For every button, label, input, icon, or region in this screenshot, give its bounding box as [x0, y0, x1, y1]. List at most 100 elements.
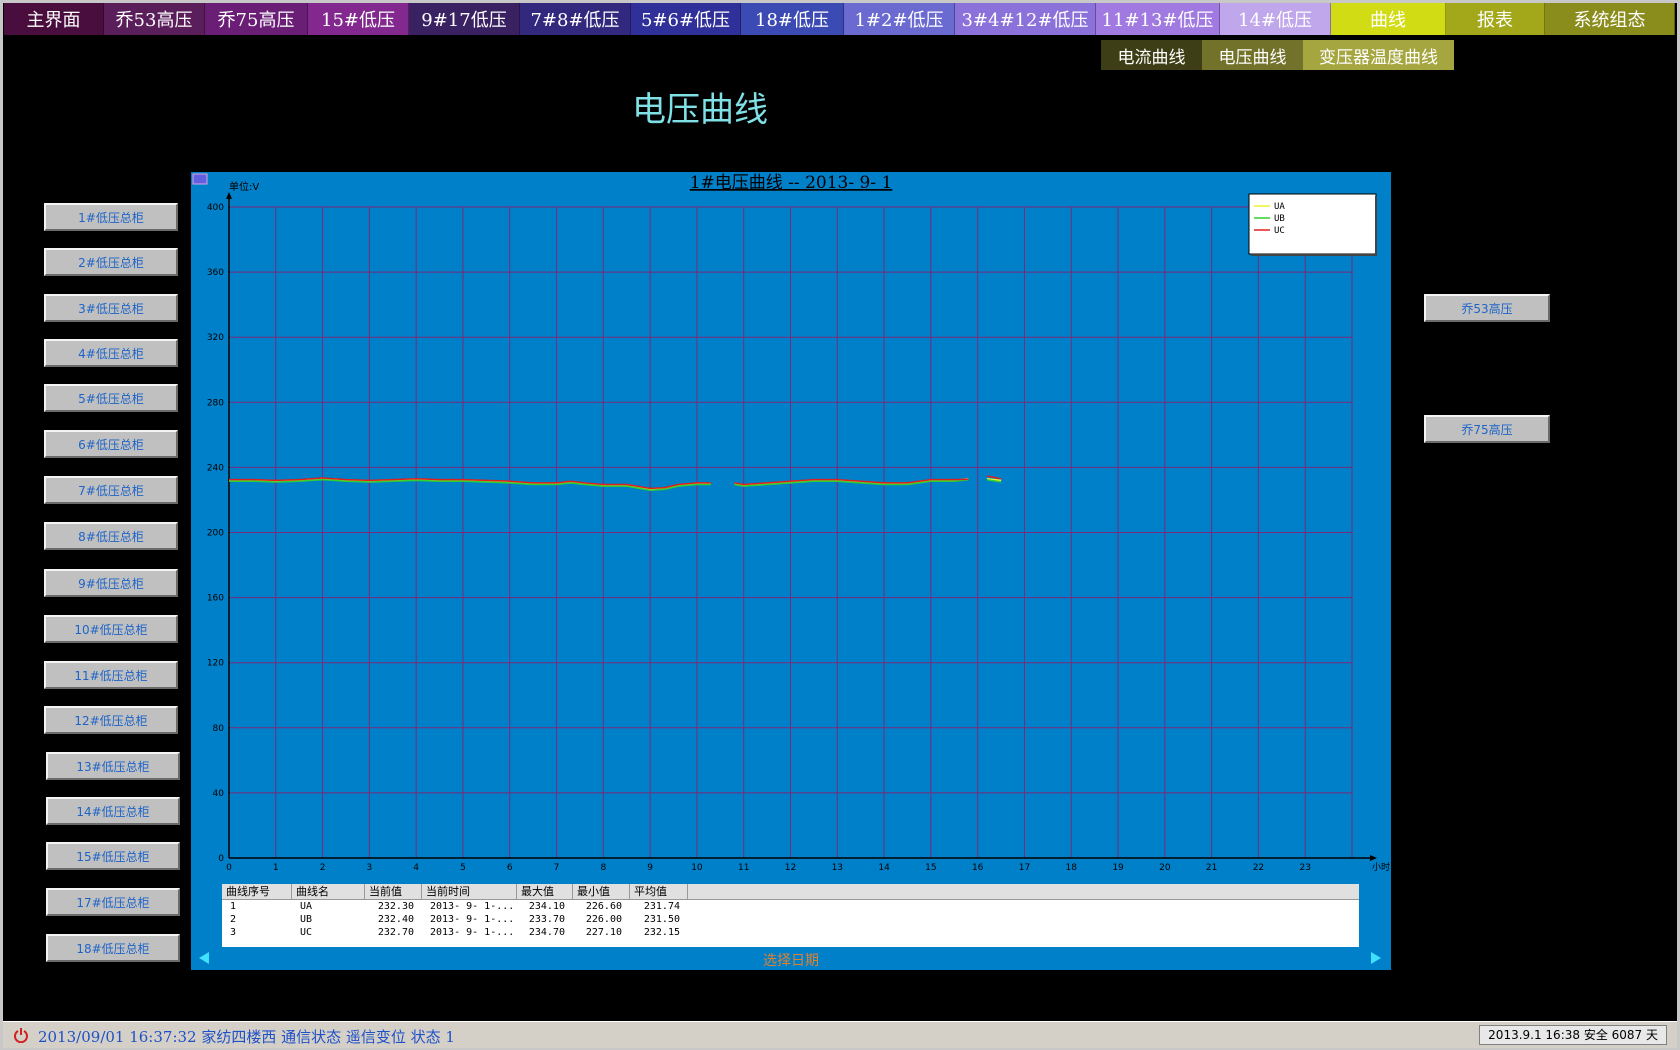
table-header-cell[interactable]: 平均值	[630, 884, 688, 899]
x-tick-3: 3	[367, 863, 373, 873]
cabinet-button-16[interactable]: 17#低压总柜	[46, 888, 180, 916]
x-tick-20: 20	[1159, 863, 1171, 873]
nav-tab-14[interactable]: 系统组态	[1545, 3, 1675, 35]
x-tick-12: 12	[785, 863, 796, 873]
x-tick-14: 14	[878, 863, 890, 873]
cabinet-button-9[interactable]: 9#低压总柜	[44, 569, 178, 597]
nav-tab-8[interactable]: 1#2#低压	[844, 3, 955, 35]
cabinet-button-3[interactable]: 3#低压总柜	[44, 294, 178, 322]
nav-tab-2[interactable]: 乔75高压	[205, 3, 308, 35]
table-cell: 1	[230, 901, 237, 912]
table-row[interactable]: 3 UC 232.70 2013- 9- 1-... 234.70 227.10 232.1…	[222, 926, 1359, 939]
y-tick-400: 400	[207, 203, 224, 213]
table-cell: UA	[300, 901, 313, 912]
table-row[interactable]: 1 UA 232.30 2013- 9- 1-... 234.10 226.60 231.7…	[222, 900, 1359, 913]
cabinet-button-4[interactable]: 4#低压总柜	[44, 339, 178, 367]
nav-tab-1[interactable]: 乔53高压	[104, 3, 205, 35]
nav-tab-13[interactable]: 报表	[1446, 3, 1545, 35]
voltage-chart: 1#电压曲线 -- 2013- 9- 1单位:V0408012016020024…	[192, 173, 1390, 873]
series-UB-line-0	[229, 478, 711, 491]
table-cell: 232.70	[377, 927, 414, 938]
select-date-button[interactable]: 选择日期	[691, 950, 891, 970]
nav-tab-10[interactable]: 11#13#低压	[1096, 3, 1220, 35]
x-tick-7: 7	[554, 863, 560, 873]
table-cell: 227.10	[585, 927, 622, 938]
y-tick-0: 0	[218, 854, 224, 864]
x-tick-17: 17	[1019, 863, 1030, 873]
top-navigation: 主界面 乔53高压 乔75高压 15#低压 9#17低压 7#8#低压 5#6#低压 18#低…	[4, 3, 1676, 35]
next-date-arrow[interactable]	[1371, 952, 1381, 964]
cabinet-button-1[interactable]: 1#低压总柜	[44, 203, 178, 231]
legend-label-UC: UC	[1274, 226, 1285, 236]
x-tick-16: 16	[972, 863, 984, 873]
x-tick-18: 18	[1066, 863, 1078, 873]
cabinet-button-2[interactable]: 2#低压总柜	[44, 248, 178, 276]
x-tick-0: 0	[226, 863, 232, 873]
nav-tab-4[interactable]: 9#17低压	[409, 3, 520, 35]
y-tick-40: 40	[213, 789, 225, 799]
legend-label-UA: UA	[1274, 202, 1285, 212]
x-tick-6: 6	[507, 863, 513, 873]
y-tick-240: 240	[207, 463, 224, 473]
previous-date-arrow[interactable]	[199, 952, 209, 964]
sub-navigation: 电流曲线 电压曲线 变压器温度曲线	[1101, 40, 1454, 70]
table-cell: UC	[300, 927, 313, 938]
cabinet-button-8[interactable]: 8#低压总柜	[44, 522, 178, 550]
table-header-cell[interactable]: 最小值	[573, 884, 630, 899]
x-tick-8: 8	[600, 863, 606, 873]
cabinet-button-5[interactable]: 5#低压总柜	[44, 384, 178, 412]
cabinet-button-13[interactable]: 13#低压总柜	[46, 752, 180, 780]
table-header-cell[interactable]: 曲线序号	[222, 884, 292, 899]
x-tick-19: 19	[1112, 863, 1124, 873]
subnav-tab-0[interactable]: 电流曲线	[1101, 40, 1202, 70]
nav-tab-12[interactable]: 曲线	[1331, 3, 1446, 35]
nav-tab-11[interactable]: 14#低压	[1220, 3, 1331, 35]
status-message: 2013/09/01 16:37:32 家纺四楼西 通信状态 遥信变位 状态 1	[38, 1028, 455, 1046]
subnav-tab-1[interactable]: 电压曲线	[1202, 40, 1303, 70]
x-tick-15: 15	[925, 863, 936, 873]
table-header-cell[interactable]: 当前值	[365, 884, 422, 899]
power-icon[interactable]	[13, 1027, 29, 1043]
nav-tab-5[interactable]: 7#8#低压	[520, 3, 631, 35]
table-cell: 2013- 9- 1-...	[430, 927, 515, 938]
table-row[interactable]: 2 UB 232.40 2013- 9- 1-... 233.70 226.00 231.5…	[222, 913, 1359, 926]
nav-tab-9[interactable]: 3#4#12#低压	[955, 3, 1096, 35]
table-header-cell[interactable]: 最大值	[517, 884, 573, 899]
subnav-tab-2[interactable]: 变压器温度曲线	[1303, 40, 1454, 70]
y-tick-280: 280	[207, 398, 224, 408]
hv-button-1[interactable]: 乔53高压	[1424, 294, 1550, 322]
nav-tab-7[interactable]: 18#低压	[741, 3, 844, 35]
table-header-cell[interactable]: 曲线名	[292, 884, 365, 899]
hv-button-2[interactable]: 乔75高压	[1424, 415, 1550, 443]
table-cell: 232.30	[377, 901, 414, 912]
cabinet-button-15[interactable]: 15#低压总柜	[46, 842, 180, 870]
cabinet-button-7[interactable]: 7#低压总柜	[44, 476, 178, 504]
chart-panel: 1#电压曲线 -- 2013- 9- 1 单位:V 0 40 80 120 160 200 24…	[191, 172, 1391, 970]
table-cell: 226.60	[585, 901, 622, 912]
chart-corner-icon	[192, 173, 208, 185]
table-cell: 2013- 9- 1-...	[430, 901, 515, 912]
table-cell: 2013- 9- 1-...	[430, 914, 515, 925]
status-bar: 2013/09/01 16:37:32 家纺四楼西 通信状态 遥信变位 状态 1…	[3, 1021, 1677, 1048]
cabinet-button-12[interactable]: 12#低压总柜	[44, 706, 178, 734]
table-cell: UB	[300, 914, 313, 925]
y-tick-80: 80	[213, 724, 225, 734]
cabinet-button-11[interactable]: 11#低压总柜	[44, 661, 178, 689]
x-tick-1: 1	[273, 863, 279, 873]
nav-tab-3[interactable]: 15#低压	[308, 3, 409, 35]
nav-tab-6[interactable]: 5#6#低压	[631, 3, 741, 35]
nav-tab-0[interactable]: 主界面	[4, 3, 104, 35]
cabinet-button-10[interactable]: 10#低压总柜	[44, 615, 178, 643]
cabinet-button-17[interactable]: 18#低压总柜	[46, 934, 180, 962]
y-axis-label: 单位:V	[229, 180, 259, 193]
table-header-cell[interactable]: 当前时间	[422, 884, 517, 899]
curve-data-table: 曲线序号 曲线名 当前值 当前时间 最大值 最小值 平均值 1 UA 232.30 2013- 9…	[222, 884, 1359, 947]
x-tick-21: 21	[1206, 863, 1217, 873]
table-cell: 232.15	[643, 927, 680, 938]
legend-box	[1248, 193, 1377, 255]
cabinet-button-14[interactable]: 14#低压总柜	[46, 797, 180, 825]
cabinet-button-6[interactable]: 6#低压总柜	[44, 430, 178, 458]
x-tick-2: 2	[320, 863, 326, 873]
y-tick-320: 320	[207, 333, 224, 343]
y-tick-200: 200	[207, 529, 224, 539]
